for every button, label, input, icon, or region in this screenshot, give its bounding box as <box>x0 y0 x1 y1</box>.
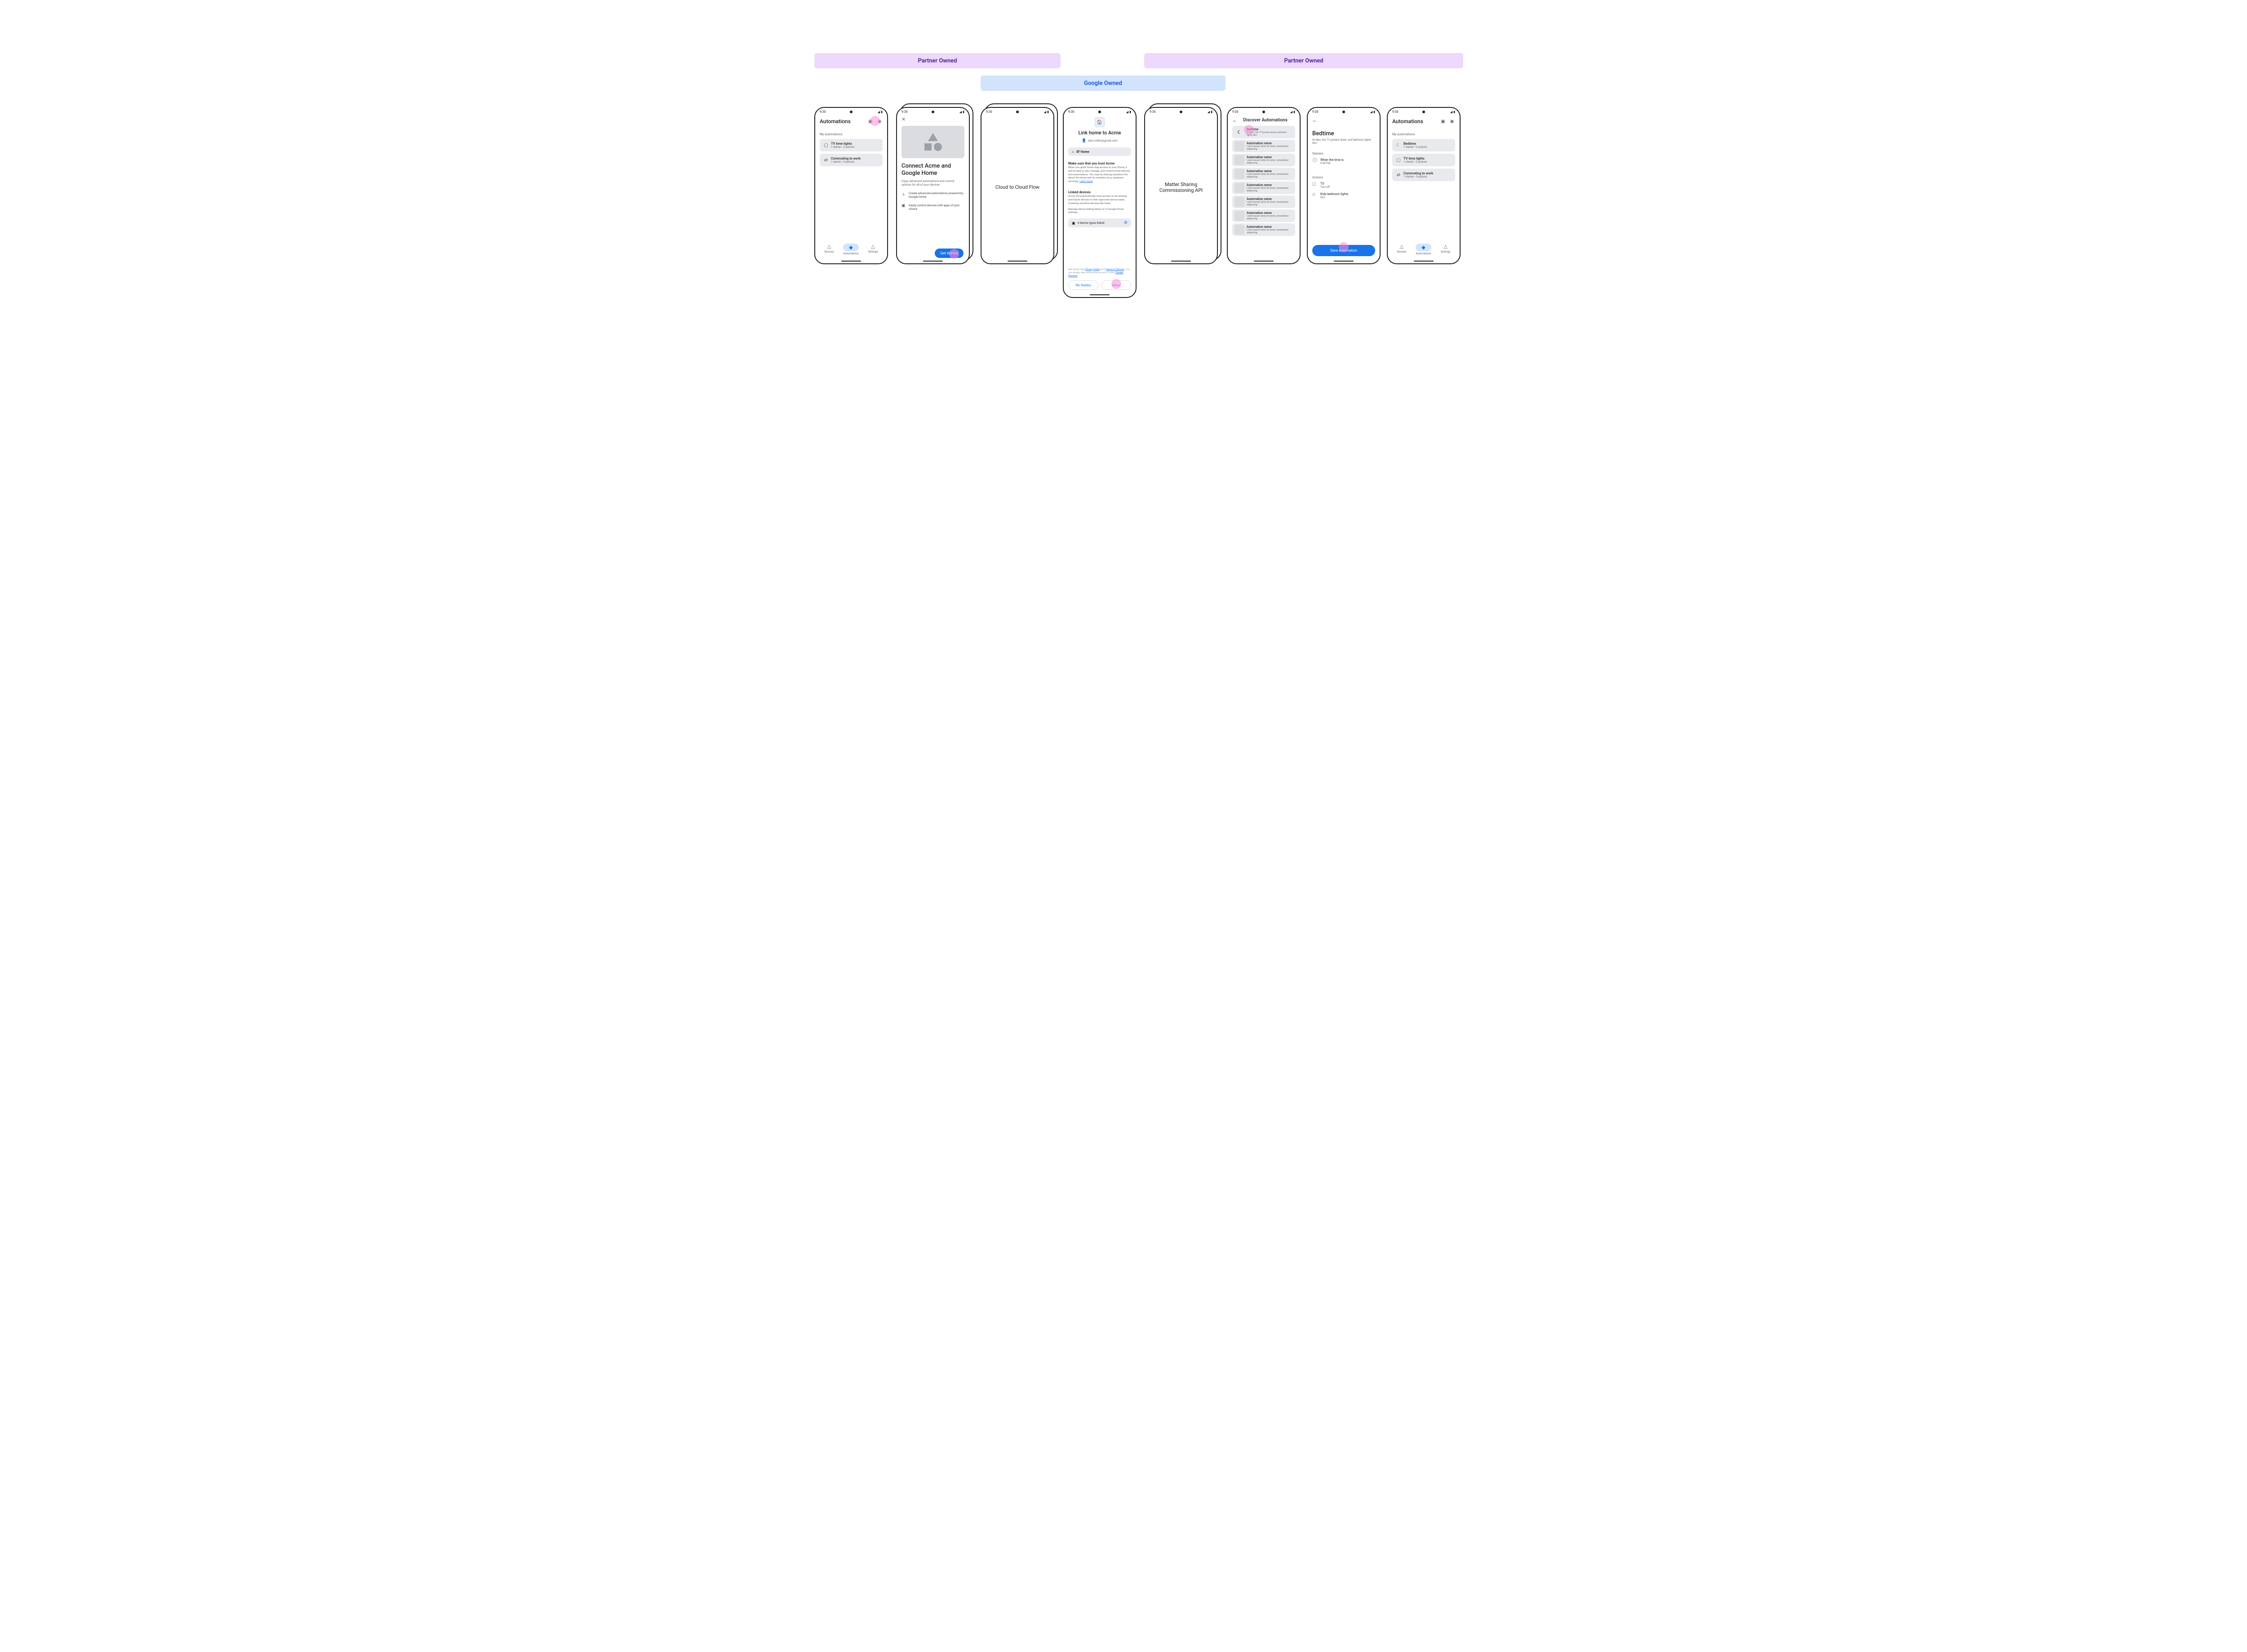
phone-bedtime-detail: 9:30◢▮ ← Bedtime At 9pm, the TV powers d… <box>1307 107 1381 264</box>
tv-icon: ▢ <box>823 143 829 148</box>
no-thanks-button[interactable]: No thanks <box>1068 280 1098 290</box>
section-my-automations: My automations <box>820 133 883 136</box>
wifi-icon: ◢ <box>878 111 880 114</box>
device-types-chip[interactable]: ▣4 device types linked ⚙ <box>1068 218 1131 227</box>
discover-card[interactable]: Automation nameLorem ipsum dolor sit ame… <box>1232 209 1295 222</box>
placeholder-image <box>901 126 964 158</box>
matter-text: Matter SharingCommissioning API <box>1159 182 1203 193</box>
triangle-icon <box>928 133 938 141</box>
terms-link[interactable]: Terms of Service <box>1106 268 1124 271</box>
allow-button[interactable]: Allow <box>1101 280 1131 290</box>
gear-icon[interactable]: ⚙ <box>1124 221 1128 225</box>
tv-icon: ▢ <box>1312 182 1317 187</box>
section-my-automations: My automations <box>1392 133 1455 136</box>
nav-automations[interactable]: ◆Automations <box>1416 244 1431 255</box>
linked-heading: Linked devices <box>1068 190 1131 194</box>
get-started-button[interactable]: Get started <box>935 249 964 258</box>
bedtime-subtitle: At 9pm, the TV powers down, and bedroom … <box>1312 138 1375 145</box>
linked-paragraph: Acme will automatically have access to a… <box>1068 195 1131 205</box>
square-icon <box>924 143 932 151</box>
action-lights-row[interactable]: ◇ Kids bedroom lightsDim <box>1312 192 1375 199</box>
phone-automations-initial: 9:30 ◢▮ Automations ▣ ◉ My automations ▢… <box>814 107 888 264</box>
bedtime-title: Bedtime <box>1312 130 1375 137</box>
connect-body: Enjoy advanced automations and control o… <box>901 179 964 187</box>
discover-card[interactable]: Automation nameLorem ipsum dolor sit ame… <box>1232 195 1295 208</box>
trust-heading: Make sure that you trust Acme <box>1068 161 1131 165</box>
discover-card[interactable]: Automation nameLorem ipsum dolor sit ame… <box>1232 154 1295 166</box>
automation-card-commute[interactable]: ⇄ Commuting to work1 starter • 3 actions <box>820 154 883 166</box>
moon-icon: ☾ <box>1396 143 1401 148</box>
page-title: Automations <box>1392 118 1423 124</box>
home-icon: ⌂ <box>1072 150 1074 154</box>
nav-settings[interactable]: △Settings <box>868 244 878 255</box>
commute-icon: ⇄ <box>823 158 829 163</box>
back-icon[interactable]: ← <box>1312 117 1317 123</box>
signal-icon: ▮ <box>881 111 883 114</box>
partner-owned-banner-left: Partner Owned <box>814 53 1061 68</box>
discover-card[interactable]: Automation nameLorem ipsum dolor sit ame… <box>1232 140 1295 152</box>
phone-automations-final: 9:30◢▮ Automations ▣ ◉ My automations ☾ … <box>1387 107 1461 264</box>
account-icon[interactable]: ◉ <box>1449 118 1455 124</box>
starters-heading: Starters <box>1312 152 1375 155</box>
avatar-icon: 👤 <box>1082 138 1086 143</box>
home-selector[interactable]: ⌂ SF Home <box>1068 147 1131 156</box>
discover-card[interactable]: Automation nameLorem ipsum dolor sit ame… <box>1232 168 1295 180</box>
automation-card-tv[interactable]: ▢ TV time lights1 starter • 2 actions <box>1392 154 1455 166</box>
phone-link-consent: 9:30◢▮ 🏠 Link home to Acme 👤 alex.miller… <box>1063 107 1137 298</box>
discover-icon[interactable]: ▣ <box>1440 118 1446 124</box>
linked-paragraph-2: Manage device linking below or in Google… <box>1068 208 1131 215</box>
discover-title: Discover Automations <box>1241 118 1290 123</box>
privacy-policy-link[interactable]: Privacy Policy <box>1085 268 1101 271</box>
legal-text: See Smart App Privacy Policy and Terms o… <box>1068 268 1131 278</box>
tv-icon: ▢ <box>1396 158 1401 163</box>
acme-app-icon: 🏠 <box>1095 117 1105 127</box>
phone-connect-acme: 9:30◢▮ ✕ Connect Acme and Google Home En… <box>896 107 970 264</box>
account-icon[interactable]: ◉ <box>876 118 883 124</box>
plus-icon: ＋ <box>901 191 906 197</box>
automation-card-tv[interactable]: ▢ TV time lights1 starter • 2 actions <box>820 139 883 151</box>
nav-devices[interactable]: △Devices <box>824 244 834 255</box>
nav-settings[interactable]: △Settings <box>1441 244 1451 255</box>
discover-icon[interactable]: ▣ <box>867 118 874 124</box>
link-title: Link home to Acme <box>1068 130 1131 136</box>
automation-card-commute[interactable]: ⇄ Commuting to work1 starter • 3 actions <box>1392 169 1455 181</box>
automation-card-bedtime[interactable]: ☾ Bedtime1 starter • 2 actions <box>1392 139 1455 151</box>
discover-card[interactable]: Automation nameLorem ipsum dolor sit ame… <box>1232 223 1295 236</box>
phone-cloud-to-cloud: 9:30◢▮ Cloud to Cloud Flow <box>981 107 1054 264</box>
save-automation-button[interactable]: Save automation <box>1312 245 1375 256</box>
learn-more-link[interactable]: Learn more <box>1079 180 1092 183</box>
moon-icon: ☾ <box>1235 127 1244 137</box>
page-title: Automations <box>820 118 851 124</box>
nav-automations[interactable]: ◆Automations <box>843 244 858 255</box>
google-owned-banner: Google Owned <box>981 75 1226 91</box>
action-tv-row[interactable]: ▢ TVTurn off <box>1312 182 1375 189</box>
nav-devices[interactable]: △Devices <box>1397 244 1406 255</box>
clock-icon: 🕘 <box>1312 158 1317 163</box>
phone-discover-automations: 9:30◢▮ ← Discover Automations ☾ BedtimeA… <box>1227 107 1301 264</box>
devices-icon: ▣ <box>901 204 906 208</box>
connect-title: Connect Acme and Google Home <box>901 163 964 178</box>
discover-card[interactable]: Automation nameLorem ipsum dolor sit ame… <box>1232 182 1295 194</box>
status-time: 9:30 <box>820 110 826 114</box>
discover-card-bedtime[interactable]: ☾ BedtimeAt 9pm, the TV powers down, bed… <box>1232 126 1295 138</box>
partner-owned-banner-right: Partner Owned <box>1144 53 1463 68</box>
cloud-flow-text: Cloud to Cloud Flow <box>995 184 1039 190</box>
starter-row[interactable]: 🕘 When the time is9:00 PM <box>1312 158 1375 165</box>
light-icon: ◇ <box>1312 192 1317 197</box>
trust-paragraph: When you grant Smart App access to your … <box>1068 166 1131 184</box>
phone-matter-api: 9:30◢▮ Matter SharingCommissioning API <box>1144 107 1218 264</box>
close-icon[interactable]: ✕ <box>901 115 964 124</box>
commute-icon: ⇄ <box>1396 173 1401 178</box>
circle-icon <box>934 143 942 151</box>
account-email: alex.miller@gmail.com <box>1088 139 1118 142</box>
devices-icon: ▣ <box>1072 221 1075 225</box>
actions-heading: Actions <box>1312 176 1375 179</box>
back-icon[interactable]: ← <box>1232 117 1237 123</box>
